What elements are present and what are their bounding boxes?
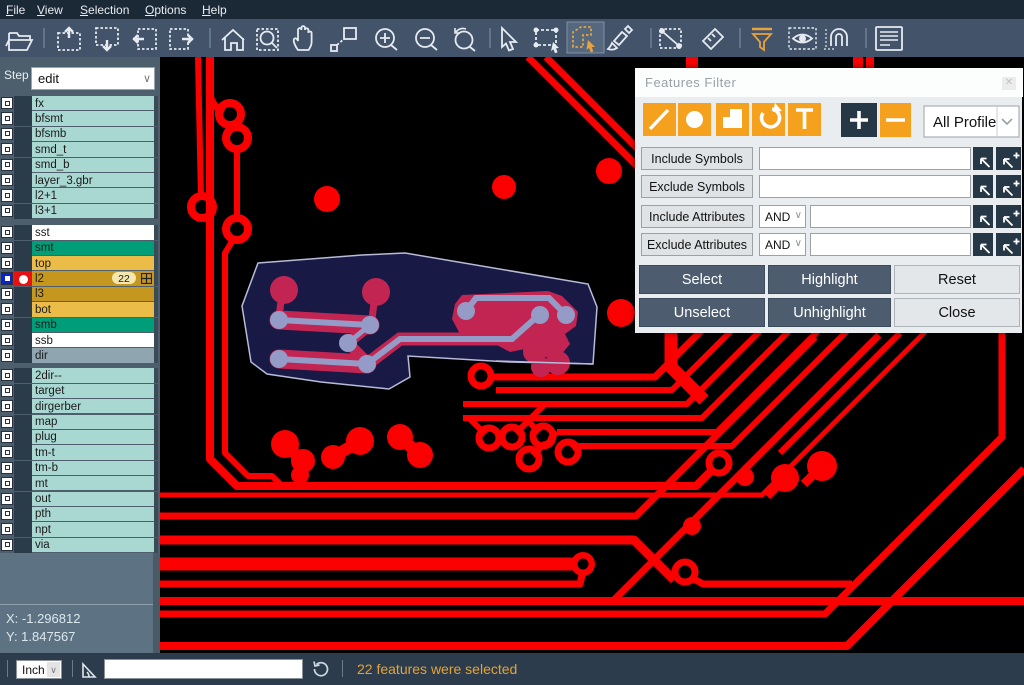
svg-text:All Profile: All Profile: [933, 114, 996, 131]
